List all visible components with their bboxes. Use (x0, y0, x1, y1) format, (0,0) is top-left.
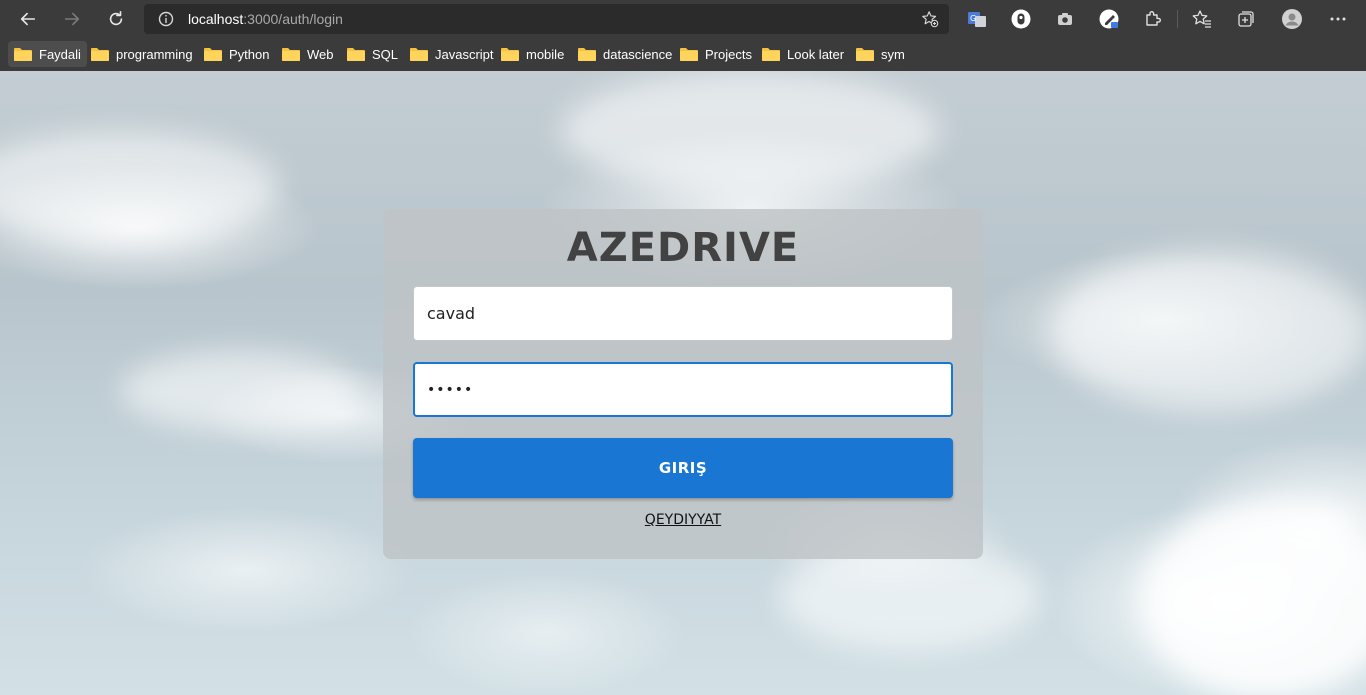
bookmark-label: SQL (372, 46, 399, 62)
color-picker-extension-icon[interactable] (1097, 7, 1121, 31)
add-favorite-icon[interactable] (921, 10, 939, 28)
register-link[interactable]: QEYDIYYAT (645, 512, 721, 528)
username-input[interactable] (413, 286, 953, 341)
bookmark-label: Javascript (435, 46, 494, 62)
back-button[interactable] (14, 5, 42, 33)
url-path: :3000/auth/login (243, 11, 343, 27)
bookmark-label: Faydali (39, 46, 81, 62)
reload-button[interactable] (102, 5, 130, 33)
bookmark-label: Web (307, 46, 334, 62)
login-card: AZEDRIVE GIRIŞ QEYDIYYAT (383, 209, 983, 559)
register-link-container: QEYDIYYAT (383, 511, 983, 529)
more-menu-icon[interactable] (1326, 7, 1350, 31)
folder-icon (578, 48, 596, 61)
url-host: localhost (188, 11, 244, 27)
folder-icon (204, 48, 222, 61)
extensions-puzzle-icon[interactable] (1141, 7, 1165, 31)
bookmark-folder-look-later[interactable]: Look later (756, 41, 850, 67)
cloud-shape (0, 131, 280, 241)
arrow-left-icon (20, 12, 36, 26)
bookmark-folder-datascience[interactable]: datascience (572, 41, 678, 67)
info-icon[interactable] (158, 11, 174, 27)
folder-icon (856, 48, 874, 61)
svg-text:G: G (970, 14, 976, 23)
bookmarks-bar: Faydali programming Python Web SQL Javas… (0, 38, 1366, 71)
favorites-icon[interactable] (1190, 7, 1214, 31)
bookmark-label: sym (881, 46, 905, 62)
translate-extension-icon[interactable]: G (965, 7, 989, 31)
password-input[interactable] (413, 362, 953, 417)
cloud-shape (560, 71, 940, 191)
reload-icon (109, 10, 123, 26)
bookmark-label: Projects (705, 46, 752, 62)
bookmark-label: datascience (603, 46, 673, 62)
folder-icon (282, 48, 300, 61)
camera-icon[interactable] (1053, 7, 1077, 31)
cloud-shape (120, 351, 360, 431)
collections-icon[interactable] (1234, 7, 1258, 31)
address-bar[interactable]: localhost:3000/auth/login (144, 4, 949, 34)
app-title: AZEDRIVE (566, 225, 800, 271)
profile-avatar-icon[interactable] (1280, 7, 1304, 31)
bookmark-folder-sym[interactable]: sym (850, 41, 911, 67)
bookmark-folder-programming[interactable]: programming (85, 41, 199, 67)
login-page-background: AZEDRIVE GIRIŞ QEYDIYYAT (0, 71, 1366, 695)
folder-icon (91, 48, 109, 61)
bookmark-folder-python[interactable]: Python (198, 41, 275, 67)
folder-icon (347, 48, 365, 61)
folder-icon (762, 48, 780, 61)
ghost-extension-icon[interactable] (1009, 7, 1033, 31)
bookmark-folder-mobile[interactable]: mobile (495, 41, 570, 67)
folder-icon (680, 48, 698, 61)
bookmark-folder-sql[interactable]: SQL (341, 41, 404, 67)
bookmark-folder-javascript[interactable]: Javascript (404, 41, 500, 67)
login-button[interactable]: GIRIŞ (413, 438, 953, 498)
folder-icon (501, 48, 519, 61)
cloud-shape (1140, 501, 1366, 695)
forward-button[interactable] (58, 5, 86, 33)
bookmark-label: Look later (787, 46, 845, 62)
address-url: localhost:3000/auth/login (188, 11, 343, 27)
bookmark-folder-web[interactable]: Web (276, 41, 340, 67)
browser-toolbar: localhost:3000/auth/login G (0, 0, 1366, 38)
bookmark-label: mobile (526, 46, 565, 62)
toolbar-separator (1177, 10, 1178, 28)
folder-icon (410, 48, 428, 61)
browser-chrome: localhost:3000/auth/login G Faydali prog… (0, 0, 1366, 71)
cloud-shape (1050, 251, 1366, 411)
bookmark-folder-faydali[interactable]: Faydali (8, 41, 87, 67)
folder-icon (14, 48, 32, 61)
bookmark-label: Python (229, 46, 270, 62)
arrow-right-icon (64, 12, 80, 26)
bookmark-folder-projects[interactable]: Projects (674, 41, 758, 67)
bookmark-label: programming (116, 46, 193, 62)
